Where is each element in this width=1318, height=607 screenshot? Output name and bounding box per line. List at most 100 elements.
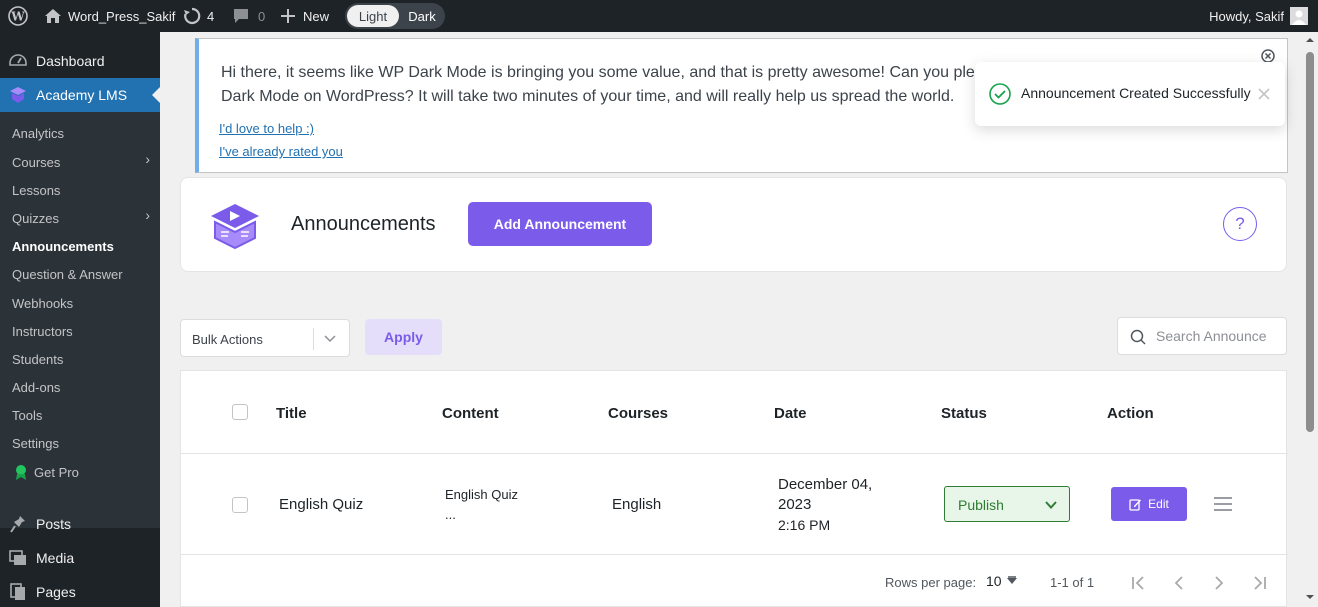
comment-icon [234,9,248,23]
notice-line-1: Hi there, it seems like WP Dark Mode is … [221,64,981,81]
rows-per-page-select[interactable]: 10 [986,573,1018,589]
bulk-actions-select[interactable]: Bulk Actions [180,319,350,357]
academy-submenu: Analytics Courses › Lessons Quizzes › Anno… [0,112,160,528]
search-box [1117,317,1287,355]
dark-mode-toggle[interactable]: Light Dark [345,3,445,29]
column-header-content: Content [442,405,499,422]
divider [313,328,314,350]
media-icon [0,550,36,566]
updates-count: 4 [207,8,215,24]
announcement-logo-icon [211,204,259,250]
wordpress-logo-icon[interactable]: W [8,0,28,32]
submenu-item-settings[interactable]: Settings [12,432,152,454]
submenu-item-announcements[interactable]: Announcements [12,235,152,257]
row-checkbox[interactable] [232,497,248,513]
scroll-up-icon[interactable] [1302,34,1318,46]
svg-text:W: W [10,10,25,24]
submenu-label: Add-ons [12,379,61,395]
submenu-item-tools[interactable]: Tools [12,404,152,426]
help-button[interactable]: ? [1223,207,1257,241]
help-link[interactable]: I'd love to help :) [219,121,314,136]
submenu-item-add-ons[interactable]: Add-ons [12,376,152,398]
select-all-checkbox[interactable] [232,404,248,420]
site-home-link[interactable]: Word_Press_Sakif [44,0,175,32]
next-page-icon[interactable] [1211,575,1227,591]
row-date-line-1: December 04, [778,476,873,493]
previous-page-icon[interactable] [1171,575,1187,591]
submenu-item-get-pro[interactable]: Get Pro [14,461,154,483]
academy-logo-icon [0,86,36,104]
rows-per-page-value: 10 [986,573,1002,589]
chevron-down-icon [1045,501,1057,509]
greeting: Howdy, Sakif [1209,8,1284,24]
column-header-title[interactable]: Title [276,405,307,422]
close-icon[interactable] [1258,88,1270,100]
home-icon [45,9,61,23]
success-toast: Announcement Created Successfully [975,62,1285,126]
announcements-table: Title Content Courses Date Status Action… [180,370,1288,607]
toast-message: Announcement Created Successfully [1021,85,1251,101]
submenu-label: Announcements [12,238,114,254]
dashboard-icon [0,53,36,69]
column-header-date[interactable]: Date [774,405,807,422]
submenu-label: Lessons [12,182,61,198]
badge-icon [16,465,26,480]
submenu-item-courses[interactable]: Courses › [12,151,152,173]
already-rated-link[interactable]: I've already rated you [219,144,343,159]
sidebar-item-label: Academy LMS [36,87,128,103]
page-header-card: Announcements Add Announcement ? [180,177,1287,272]
toggle-light-option[interactable]: Light [347,5,399,27]
submenu-label: Settings [12,435,59,451]
submenu-label: Get Pro [34,464,79,480]
sidebar-item-dashboard[interactable]: Dashboard [0,44,160,78]
chevron-right-icon: › [145,207,150,223]
divider [181,554,1288,555]
apply-button[interactable]: Apply [365,319,442,355]
scroll-down-icon[interactable] [1302,591,1318,603]
column-header-courses: Courses [608,405,669,422]
submenu-item-lessons[interactable]: Lessons [12,179,152,201]
sidebar-item-posts[interactable]: Posts [0,507,160,541]
column-header-status: Status [941,405,987,422]
edit-label: Edit [1148,497,1169,511]
search-icon [1130,329,1146,345]
sidebar-item-label: Dashboard [36,53,105,69]
sidebar-item-academy-lms[interactable]: Academy LMS [0,78,160,112]
submenu-item-quizzes[interactable]: Quizzes › [12,207,152,229]
scroll-thumb[interactable] [1306,52,1314,432]
row-title[interactable]: English Quiz [279,496,363,513]
submenu-item-webhooks[interactable]: Webhooks [12,292,152,314]
plus-icon [281,9,295,23]
updates-icon [184,7,201,25]
submenu-label: Quizzes [12,210,59,226]
status-select[interactable]: Publish [944,486,1070,522]
submenu-label: Instructors [12,323,73,339]
row-course: English [612,496,662,513]
sidebar-item-media[interactable]: Media [0,541,160,575]
sidebar-item-label: Media [36,550,75,566]
add-announcement-button[interactable]: Add Announcement [468,202,652,246]
row-content-line-2: ... [445,507,456,522]
my-account-link[interactable]: Howdy, Sakif [1209,0,1308,32]
pagination-range: 1-1 of 1 [1050,575,1095,590]
submenu-item-question-answer[interactable]: Question & Answer [12,263,152,285]
page-title: Announcements [291,213,436,235]
admin-sidebar: Dashboard Academy LMS Analytics Courses ›… [0,32,160,607]
rows-per-page-label: Rows per page: [885,575,977,590]
new-content-link[interactable]: New [281,0,329,32]
edit-button[interactable]: Edit [1111,487,1187,521]
updates-link[interactable]: 4 [183,0,214,32]
comments-link[interactable]: 0 [232,0,265,32]
menu-icon[interactable] [1213,496,1233,512]
sidebar-item-pages[interactable]: Pages [0,575,160,607]
submenu-item-analytics[interactable]: Analytics [12,122,152,144]
submenu-item-instructors[interactable]: Instructors [12,320,152,342]
page-scrollbar[interactable] [1302,32,1318,607]
submenu-label: Question & Answer [12,266,123,282]
close-icon[interactable] [1261,49,1275,63]
last-page-icon[interactable] [1251,575,1267,591]
first-page-icon[interactable] [1131,575,1147,591]
search-input[interactable] [1156,326,1281,346]
toggle-dark-option[interactable]: Dark [401,5,443,27]
submenu-item-students[interactable]: Students [12,348,152,370]
